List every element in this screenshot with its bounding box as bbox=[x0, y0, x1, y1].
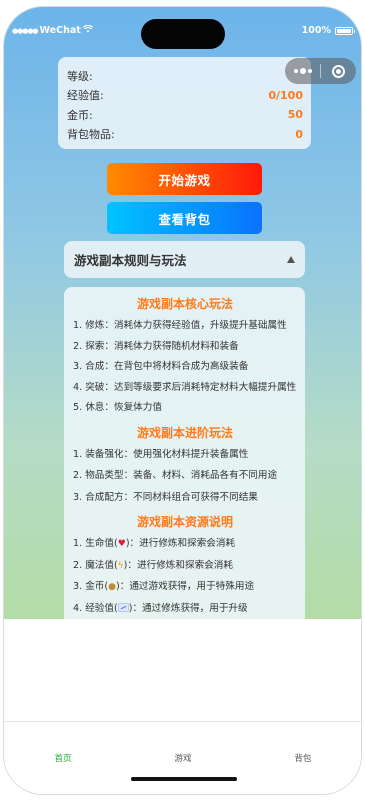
list-item: 4. 突破：达到等级要求后消耗特定材料大幅提升属性 bbox=[73, 381, 297, 393]
view-bag-button[interactable]: 查看背包 bbox=[107, 202, 262, 234]
stat-row-level: 等级: bbox=[67, 66, 303, 86]
rules-content: 游戏副本核心玩法 1. 修炼：消耗体力获得经验值，升级提升基础属性 2. 探索：… bbox=[64, 287, 305, 619]
stat-row-bag-items: 背包物品: 0 bbox=[67, 125, 303, 145]
close-miniprogram-button[interactable] bbox=[321, 58, 356, 84]
resource-text: )：进行修炼和探索会消耗 bbox=[125, 538, 236, 549]
stat-row-gold: 金币: 50 bbox=[67, 105, 303, 125]
list-item: 5. 休息：恢复体力值 bbox=[73, 402, 162, 413]
home-indicator bbox=[131, 777, 237, 781]
resource-text: )：进行修炼和探索会消耗 bbox=[123, 559, 233, 571]
core-list: 1. 修炼：消耗体力获得经验值，升级提升基础属性 2. 探索：消耗体力获得随机材… bbox=[73, 318, 297, 416]
resource-text: )：通过修炼获得，用于升级 bbox=[128, 602, 248, 614]
carrier-label: WeChat bbox=[39, 25, 81, 36]
list-item: 3. 合成：在背包中将材料合成为高级装备 bbox=[73, 361, 249, 372]
more-dots-icon bbox=[293, 68, 312, 74]
phone-frame: ●●●●● WeChat 100% 等级: 经验值: 0/100 金币: 50 … bbox=[3, 6, 362, 795]
resource-text: )：通过游戏获得，用于特殊用途 bbox=[116, 581, 255, 592]
resource-text: 1. 生命值( bbox=[73, 538, 118, 549]
stat-row-exp: 经验值: 0/100 bbox=[67, 86, 303, 106]
money-bag-icon: ● bbox=[108, 582, 116, 592]
tab-home[interactable]: 首页 bbox=[54, 752, 71, 764]
list-item: 3. 金币(●)：通过游戏获得，用于特殊用途 bbox=[73, 579, 297, 596]
signal-icon: ●●●●● bbox=[12, 26, 39, 35]
wifi-icon bbox=[82, 24, 93, 36]
bottom-tab-bar: 首页 游戏 背包 bbox=[4, 721, 361, 794]
stat-value: 50 bbox=[287, 108, 303, 122]
player-stats-card: 等级: 经验值: 0/100 金币: 50 背包物品: 0 bbox=[58, 57, 311, 149]
status-left: ●●●●● WeChat bbox=[12, 24, 93, 36]
tab-bag[interactable]: 背包 bbox=[294, 752, 311, 764]
stat-label: 金币: bbox=[67, 108, 93, 122]
stat-value: 0 bbox=[295, 127, 303, 141]
rules-title: 游戏副本规则与玩法 bbox=[74, 253, 187, 268]
more-button[interactable] bbox=[285, 58, 320, 84]
status-right: 100% bbox=[301, 25, 355, 36]
chart-icon bbox=[117, 603, 129, 612]
start-game-button[interactable]: 开始游戏 bbox=[107, 163, 262, 195]
tab-game[interactable]: 游戏 bbox=[174, 752, 191, 764]
list-item: 1. 修炼：消耗体力获得经验值，升级提升基础属性 bbox=[73, 320, 287, 331]
resource-list: 1. 生命值(♥)：进行修炼和探索会消耗 2. 魔法值(ϟ)：进行修炼和探索会消… bbox=[73, 536, 297, 616]
core-section-title: 游戏副本核心玩法 bbox=[136, 297, 233, 311]
list-item: 2. 魔法值(ϟ)：进行修炼和探索会消耗 bbox=[73, 558, 297, 575]
battery-icon bbox=[335, 26, 355, 35]
list-item: 2. 探索：消耗体力获得随机材料和装备 bbox=[73, 340, 239, 352]
rules-accordion-header[interactable]: 游戏副本规则与玩法 bbox=[64, 241, 305, 278]
heart-icon: ♥ bbox=[117, 539, 126, 549]
stat-label: 经验值: bbox=[67, 89, 104, 103]
miniprogram-capsule bbox=[285, 58, 356, 84]
stat-value: 0/100 bbox=[268, 88, 303, 102]
list-item: 2. 物品类型：装备、材料、消耗品各有不同用途 bbox=[73, 470, 278, 481]
resource-text: 2. 魔法值( bbox=[73, 559, 118, 571]
collapse-arrow-icon bbox=[287, 256, 295, 263]
resource-text: 4. 经验值( bbox=[73, 602, 118, 614]
status-bar: ●●●●● WeChat 100% bbox=[4, 24, 361, 45]
resource-text: 3. 金币( bbox=[73, 581, 109, 592]
stat-label: 等级: bbox=[67, 69, 93, 83]
list-item: 4. 经验值( )：通过修炼获得，用于升级 bbox=[73, 601, 297, 617]
list-item: 3. 合成配方：不同材料组合可获得不同结果 bbox=[73, 491, 258, 503]
list-item: 1. 生命值(♥)：进行修炼和探索会消耗 bbox=[73, 536, 297, 553]
list-item: 1. 装备强化：使用强化材料提升装备属性 bbox=[73, 448, 249, 460]
battery-percent: 100% bbox=[301, 25, 331, 36]
stat-label: 背包物品: bbox=[67, 128, 115, 142]
advanced-section-title: 游戏副本进阶玩法 bbox=[136, 425, 233, 440]
advanced-list: 1. 装备强化：使用强化材料提升装备属性 2. 物品类型：装备、材料、消耗品各有… bbox=[73, 447, 297, 506]
target-icon bbox=[332, 64, 345, 78]
resource-section-title: 游戏副本资源说明 bbox=[136, 515, 233, 529]
